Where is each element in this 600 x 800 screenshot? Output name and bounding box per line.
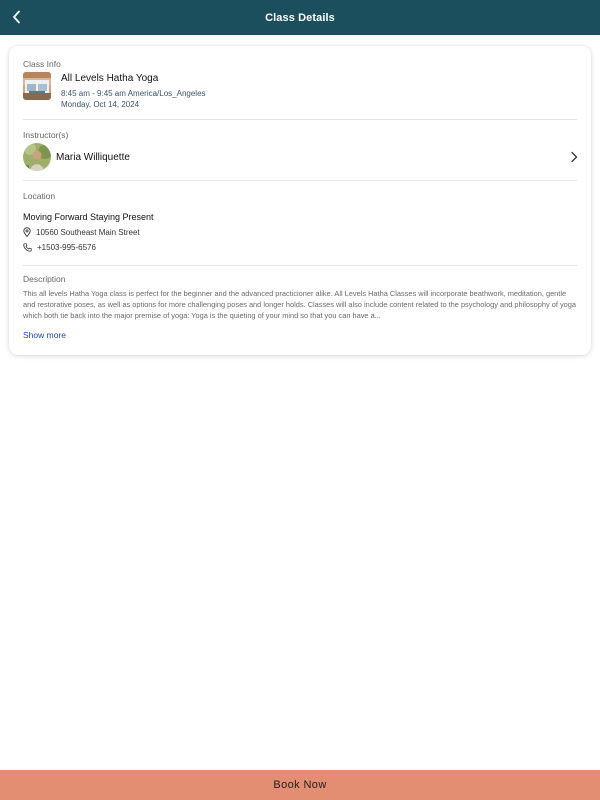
location-address: 10560 Southeast Main Street [23, 227, 140, 237]
top-bar: Class Details [0, 0, 600, 35]
chevron-right-icon [571, 151, 578, 163]
map-pin-icon [23, 227, 31, 237]
instructor-name: Maria Williquette [56, 152, 130, 163]
book-now-button[interactable]: Book Now [0, 770, 600, 800]
chevron-left-icon [13, 10, 20, 24]
class-details-card: Class Info All Levels Hatha Yoga 8:45 am… [9, 46, 591, 355]
location-name: Moving Forward Staying Present [23, 212, 154, 222]
divider [23, 265, 577, 266]
divider [23, 119, 577, 120]
instructor-row[interactable]: Maria Williquette [23, 143, 581, 171]
phone-text: +1503-995-6576 [37, 243, 96, 252]
location-label: Location [23, 191, 56, 201]
address-text: 10560 Southeast Main Street [36, 227, 140, 237]
class-thumbnail [23, 72, 51, 100]
back-button[interactable] [4, 4, 30, 30]
class-time: 8:45 am - 9:45 am America/Los_Angeles [61, 89, 206, 98]
page-title: Class Details [265, 11, 335, 24]
instructor-avatar [23, 143, 51, 171]
description-label: Description [23, 274, 66, 284]
class-date: Monday, Oct 14, 2024 [61, 100, 140, 109]
instructor-label: Instructor(s) [23, 130, 69, 140]
class-info-label: Class Info [23, 59, 61, 69]
divider [23, 180, 577, 181]
show-more-link[interactable]: Show more [23, 330, 66, 340]
class-name: All Levels Hatha Yoga [61, 73, 159, 84]
phone-icon [23, 243, 32, 252]
location-phone[interactable]: +1503-995-6576 [23, 243, 96, 252]
description-text: This all levels Hatha Yoga class is perf… [23, 289, 576, 321]
